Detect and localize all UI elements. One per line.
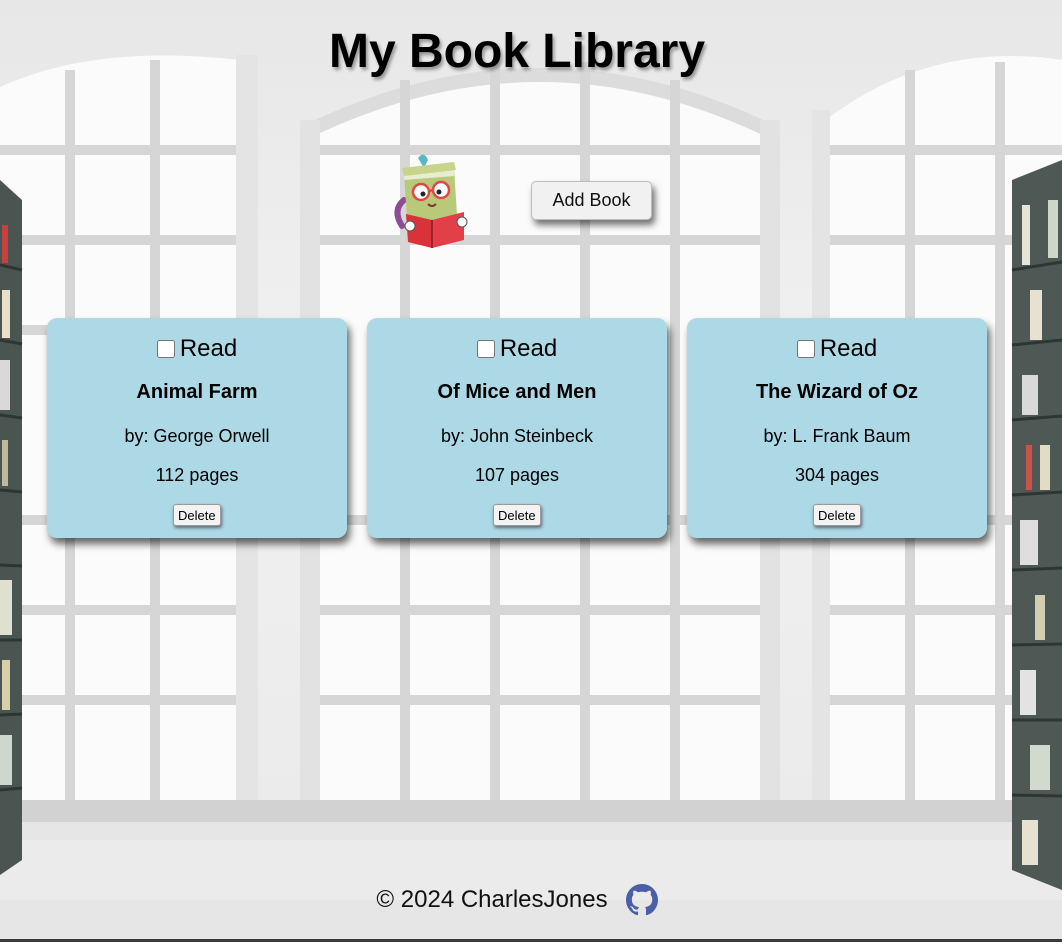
book-card: Read Animal Farm by: George Orwell 112 p… [47, 318, 347, 538]
read-checkbox[interactable] [476, 340, 495, 358]
read-checkbox[interactable] [156, 340, 175, 358]
page-title: My Book Library [328, 25, 706, 78]
book-title: Animal Farm [136, 381, 258, 403]
book-pages: 107 pages [474, 465, 560, 485]
copyright-text: © 2024 CharlesJones [376, 886, 608, 913]
book-title: The Wizard of Oz [755, 381, 919, 403]
book-title: Of Mice and Men [437, 381, 597, 403]
book-card: Read The Wizard of Oz by: L. Frank Baum … [687, 318, 987, 538]
footer: © 2024 CharlesJones [0, 884, 1034, 916]
reading-book-mascot-icon [388, 150, 476, 252]
right-bookshelf [1011, 160, 1062, 890]
add-book-button[interactable]: Add Book [531, 181, 652, 220]
read-label: Read [819, 335, 878, 362]
delete-button[interactable]: Delete [813, 504, 861, 526]
read-toggle[interactable]: Read [687, 335, 987, 363]
read-toggle[interactable]: Read [367, 335, 667, 363]
book-author: by: L. Frank Baum [763, 426, 911, 446]
book-pages: 112 pages [155, 465, 239, 485]
github-icon[interactable] [625, 884, 658, 916]
read-label: Read [499, 335, 558, 362]
read-label: Read [179, 335, 238, 362]
read-toggle[interactable]: Read [47, 335, 347, 363]
read-checkbox[interactable] [796, 340, 815, 358]
delete-button[interactable]: Delete [493, 504, 541, 526]
left-bookshelf [0, 180, 23, 875]
delete-button[interactable]: Delete [173, 504, 221, 526]
book-pages: 304 pages [794, 465, 880, 485]
book-author: by: George Orwell [124, 426, 270, 446]
book-author: by: John Steinbeck [440, 426, 594, 446]
book-card: Read Of Mice and Men by: John Steinbeck … [367, 318, 667, 538]
